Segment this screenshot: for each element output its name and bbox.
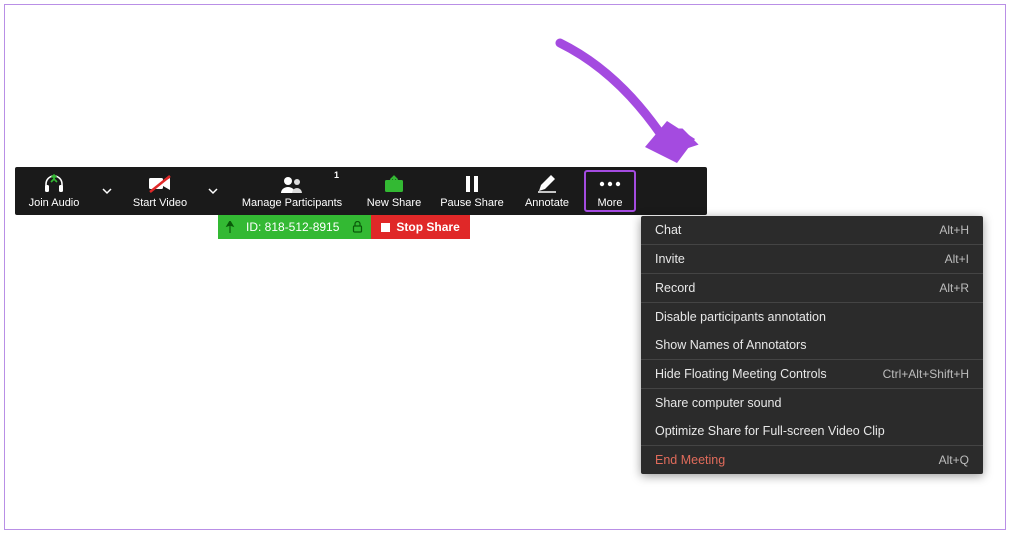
stop-icon — [381, 223, 390, 232]
audio-options-chevron[interactable] — [93, 167, 121, 215]
headphones-icon — [43, 173, 65, 195]
chevron-down-icon — [101, 185, 113, 197]
menu-label: Chat — [655, 223, 681, 237]
participants-badge: 1 — [334, 170, 339, 180]
share-status-bar: ID: 818-512-8915 Stop Share — [218, 215, 470, 239]
menu-label: Hide Floating Meeting Controls — [655, 367, 827, 381]
menu-label: Optimize Share for Full-screen Video Cli… — [655, 424, 885, 438]
share-screen-icon — [383, 173, 405, 195]
menu-label: Invite — [655, 252, 685, 266]
stop-share-button[interactable]: Stop Share — [371, 215, 469, 239]
join-audio-button[interactable]: Join Audio — [15, 167, 93, 215]
menu-shortcut: Alt+Q — [939, 453, 969, 467]
menu-shortcut: Alt+I — [945, 252, 969, 266]
more-menu: Chat Alt+H Invite Alt+I Record Alt+R Dis… — [641, 216, 983, 474]
pause-share-button[interactable]: Pause Share — [431, 167, 513, 215]
stop-share-label: Stop Share — [396, 220, 459, 234]
menu-item-invite[interactable]: Invite Alt+I — [641, 245, 983, 273]
meeting-id-text: ID: 818-512-8915 — [246, 220, 339, 234]
menu-label: Share computer sound — [655, 396, 781, 410]
menu-label: Disable participants annotation — [655, 310, 826, 324]
new-share-button[interactable]: New Share — [357, 167, 431, 215]
more-dots-icon — [598, 173, 622, 195]
pause-share-label: Pause Share — [440, 197, 504, 209]
more-label: More — [597, 197, 622, 209]
meeting-id-banner: ID: 818-512-8915 — [218, 215, 371, 239]
menu-label: Record — [655, 281, 695, 295]
start-video-button[interactable]: Start Video — [121, 167, 199, 215]
participants-icon — [279, 173, 305, 195]
join-audio-label: Join Audio — [29, 197, 80, 209]
menu-item-share-sound[interactable]: Share computer sound — [641, 389, 983, 417]
menu-label: End Meeting — [655, 453, 725, 467]
menu-item-hide-controls[interactable]: Hide Floating Meeting Controls Ctrl+Alt+… — [641, 360, 983, 388]
menu-item-end-meeting[interactable]: End Meeting Alt+Q — [641, 446, 983, 474]
chevron-down-icon — [207, 185, 219, 197]
menu-item-record[interactable]: Record Alt+R — [641, 274, 983, 302]
manage-participants-label: Manage Participants — [242, 197, 342, 209]
start-video-label: Start Video — [133, 197, 187, 209]
pin-icon — [224, 221, 236, 233]
lock-icon — [352, 221, 363, 233]
manage-participants-button[interactable]: 1 Manage Participants — [227, 167, 357, 215]
new-share-label: New Share — [367, 197, 421, 209]
menu-shortcut: Ctrl+Alt+Shift+H — [883, 367, 969, 381]
video-options-chevron[interactable] — [199, 167, 227, 215]
meeting-toolbar: Join Audio Start Video 1 Manage Particip… — [15, 167, 707, 215]
menu-item-disable-annotation[interactable]: Disable participants annotation — [641, 303, 983, 331]
pencil-icon — [537, 173, 557, 195]
menu-item-chat[interactable]: Chat Alt+H — [641, 216, 983, 244]
more-button[interactable]: More — [584, 170, 636, 212]
menu-item-show-annotators[interactable]: Show Names of Annotators — [641, 331, 983, 359]
menu-label: Show Names of Annotators — [655, 338, 806, 352]
annotate-button[interactable]: Annotate — [513, 167, 581, 215]
menu-item-optimize-video[interactable]: Optimize Share for Full-screen Video Cli… — [641, 417, 983, 445]
video-off-icon — [148, 173, 172, 195]
menu-shortcut: Alt+R — [939, 281, 969, 295]
pause-icon — [464, 173, 480, 195]
annotate-label: Annotate — [525, 197, 569, 209]
menu-shortcut: Alt+H — [939, 223, 969, 237]
